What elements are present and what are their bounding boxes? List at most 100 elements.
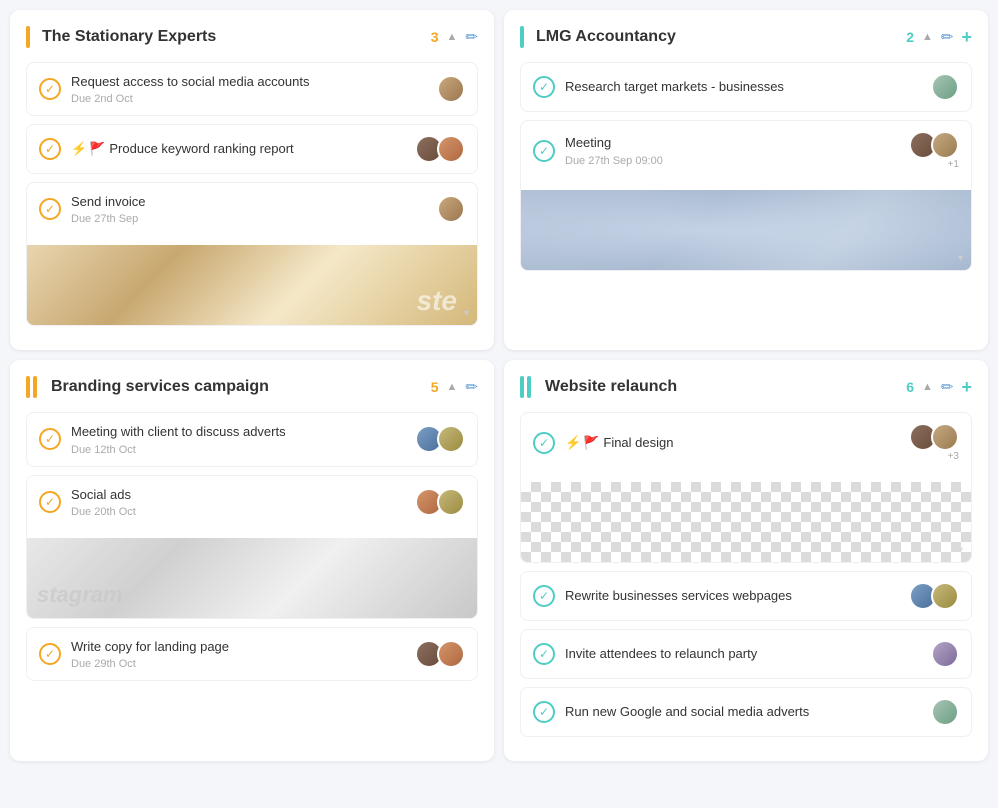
task-due-date: Due 12th Oct xyxy=(71,444,405,456)
task-check-icon[interactable]: ✓ xyxy=(39,198,61,220)
column-bar-indicator xyxy=(520,26,524,48)
task-info: Request access to social media accountsD… xyxy=(71,73,427,105)
task-check-icon[interactable]: ✓ xyxy=(533,585,555,607)
edit-column-icon[interactable]: ✏ xyxy=(465,378,478,396)
card-top: ✓ Send invoice Due 27th Sep xyxy=(27,183,477,235)
task-check-icon[interactable]: ✓ xyxy=(533,701,555,723)
avatars xyxy=(415,425,465,453)
task-info: Rewrite businesses services webpages xyxy=(565,587,899,605)
column-count: 6 xyxy=(906,379,914,395)
task-check-icon[interactable]: ✓ xyxy=(39,138,61,160)
card-image: ▾ xyxy=(521,190,971,270)
task-info: Meeting with client to discuss advertsDu… xyxy=(71,423,405,455)
avatars xyxy=(909,423,959,451)
avatars xyxy=(415,488,465,516)
collapse-icon[interactable]: ▲ xyxy=(447,31,458,43)
task-title: Run new Google and social media adverts xyxy=(565,703,921,721)
task-title: Write copy for landing page xyxy=(71,638,405,656)
task-info: ⚡🚩Produce keyword ranking report xyxy=(71,140,405,158)
collapse-icon[interactable]: ▲ xyxy=(922,381,933,393)
avatar xyxy=(437,75,465,103)
task-flags: ⚡🚩 xyxy=(71,140,105,158)
avatar-group xyxy=(931,640,959,668)
avatar-group xyxy=(437,195,465,223)
avatars xyxy=(415,640,465,668)
task-card[interactable]: ✓Invite attendees to relaunch party xyxy=(520,629,972,679)
scroll-hint-icon: ▾ xyxy=(464,308,469,319)
task-card[interactable]: ✓ Send invoice Due 27th Sep ▾ xyxy=(26,182,478,326)
task-card[interactable]: ✓⚡🚩Final design+3▾ xyxy=(520,412,972,563)
avatar xyxy=(437,425,465,453)
avatar xyxy=(931,582,959,610)
column-title: Website relaunch xyxy=(545,378,898,396)
task-title: Rewrite businesses services webpages xyxy=(565,587,899,605)
edit-column-icon[interactable]: ✏ xyxy=(465,28,478,46)
task-flags: ⚡🚩 xyxy=(565,434,599,452)
task-due-date: Due 2nd Oct xyxy=(71,93,427,105)
avatar-group: +1 xyxy=(909,131,959,170)
avatar-group xyxy=(909,582,959,610)
task-check-icon[interactable]: ✓ xyxy=(39,643,61,665)
column-lmg-accountancy: LMG Accountancy 2 ▲ ✏ + ✓Research target mark… xyxy=(504,10,988,350)
task-due-date: Due 27th Sep 09:00 xyxy=(565,155,899,167)
task-title: ⚡🚩Final design xyxy=(565,434,899,452)
task-check-icon[interactable]: ✓ xyxy=(533,140,555,162)
edit-column-icon[interactable]: ✏ xyxy=(941,28,954,46)
column-title: The Stationary Experts xyxy=(42,28,423,46)
task-due-date: Due 27th Sep xyxy=(71,213,427,225)
task-due-date: Due 20th Oct xyxy=(71,506,405,518)
task-card[interactable]: ✓ Run new Google and social media adverts xyxy=(520,687,972,737)
task-title: Send invoice xyxy=(71,193,427,211)
card-top: ✓MeetingDue 27th Sep 09:00+1 xyxy=(521,121,971,180)
column-title: Branding services campaign xyxy=(51,378,423,396)
column-header: Website relaunch 6 ▲ ✏ + xyxy=(520,376,972,398)
edit-column-icon[interactable]: ✏ xyxy=(941,378,954,396)
task-info: ⚡🚩Final design xyxy=(565,434,899,452)
avatar xyxy=(437,640,465,668)
task-check-icon[interactable]: ✓ xyxy=(39,78,61,100)
task-check-icon[interactable]: ✓ xyxy=(533,432,555,454)
column-count: 2 xyxy=(906,29,914,45)
task-check-icon[interactable]: ✓ xyxy=(39,491,61,513)
task-check-icon[interactable]: ✓ xyxy=(533,76,555,98)
task-card[interactable]: ✓Research target markets - businesses xyxy=(520,62,972,112)
card-image: ▾ xyxy=(521,482,971,562)
column-bar-indicator xyxy=(26,376,37,398)
task-card[interactable]: ✓ Request access to social media accounts… xyxy=(26,62,478,116)
task-card[interactable]: ✓ ⚡🚩Produce keyword ranking report xyxy=(26,124,478,174)
avatar-group xyxy=(415,640,465,668)
scroll-hint-icon: ▾ xyxy=(958,545,963,556)
column-website-relaunch: Website relaunch6▲✏+✓⚡🚩Final design+3▾✓R… xyxy=(504,360,988,761)
card-image: ▾ xyxy=(27,538,477,618)
avatars xyxy=(909,582,959,610)
kanban-board: The Stationary Experts3▲✏✓Request access… xyxy=(10,10,988,761)
task-card[interactable]: ✓ Meeting with client to discuss advertsD… xyxy=(26,412,478,466)
collapse-icon[interactable]: ▲ xyxy=(447,381,458,393)
column-title: LMG Accountancy xyxy=(536,28,898,46)
collapse-icon[interactable]: ▲ xyxy=(922,31,933,43)
column-header: LMG Accountancy 2 ▲ ✏ + xyxy=(520,26,972,48)
avatar xyxy=(437,488,465,516)
flag-icon: 🚩 xyxy=(583,434,599,452)
flag-icon: 🚩 xyxy=(89,140,105,158)
bolt-flag-icon: ⚡ xyxy=(71,140,87,158)
card-top: ✓⚡🚩Final design+3 xyxy=(521,413,971,472)
add-column-icon[interactable]: + xyxy=(961,377,972,398)
add-column-icon[interactable]: + xyxy=(961,27,972,48)
task-card[interactable]: ✓ Rewrite businesses services webpages xyxy=(520,571,972,621)
column-bar-indicator xyxy=(26,26,30,48)
task-check-icon[interactable]: ✓ xyxy=(39,428,61,450)
avatar xyxy=(437,135,465,163)
task-card[interactable]: ✓Social adsDue 20th Oct▾ xyxy=(26,475,478,619)
avatars xyxy=(909,131,959,159)
avatars xyxy=(415,135,465,163)
task-due-date: Due 29th Oct xyxy=(71,658,405,670)
task-info: Run new Google and social media adverts xyxy=(565,703,921,721)
task-check-icon[interactable]: ✓ xyxy=(533,643,555,665)
avatars xyxy=(931,698,959,726)
scroll-hint-icon: ▾ xyxy=(958,253,963,264)
task-card[interactable]: ✓MeetingDue 27th Sep 09:00+1▾ xyxy=(520,120,972,271)
column-bar-indicator xyxy=(520,376,531,398)
avatar-extra-count: +1 xyxy=(948,159,959,170)
task-card[interactable]: ✓ Write copy for landing page Due 29th Oct xyxy=(26,627,478,681)
